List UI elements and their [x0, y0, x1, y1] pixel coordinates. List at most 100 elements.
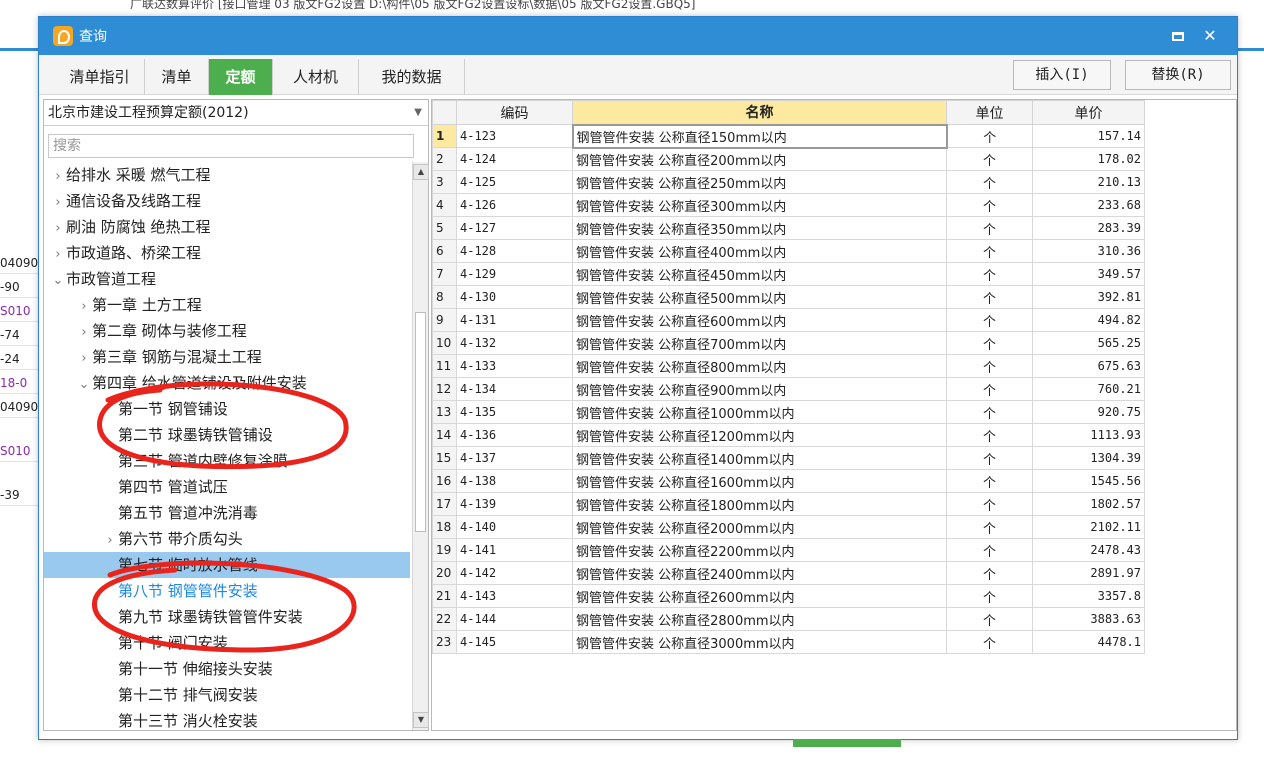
row-number[interactable]: 20	[432, 561, 457, 585]
row-number[interactable]: 18	[432, 515, 457, 539]
row-number[interactable]: 16	[432, 469, 457, 493]
table-row[interactable]: 8 4-130 钢管管件安装 公称直径500mm以内个 392.81	[432, 285, 1145, 309]
tab-materials[interactable]: 人材机	[273, 59, 359, 95]
chevron-right-icon[interactable]: ›	[102, 528, 118, 554]
cell-name[interactable]: 钢管管件安装 公称直径500mm以内	[572, 285, 947, 309]
search-input[interactable]: 搜索	[48, 134, 414, 158]
table-row[interactable]: 2 4-124 钢管管件安装 公称直径200mm以内个 178.02	[432, 147, 1145, 171]
cell-price[interactable]: 233.68	[1032, 193, 1145, 217]
table-row[interactable]: 1 4-123 钢管管件安装 公称直径150mm以内个 157.14	[432, 123, 1145, 149]
cell-price[interactable]: 2102.11	[1032, 515, 1145, 539]
row-number[interactable]: 15	[432, 446, 457, 470]
cell-name[interactable]: 钢管管件安装 公称直径1200mm以内	[572, 423, 947, 447]
cell-name[interactable]: 钢管管件安装 公称直径350mm以内	[572, 216, 947, 240]
cell-name[interactable]: 钢管管件安装 公称直径1400mm以内	[572, 446, 947, 470]
maximize-button[interactable]	[1167, 25, 1189, 47]
table-row[interactable]: 17 4-139 钢管管件安装 公称直径1800mm以内个 1802.57	[432, 492, 1145, 516]
cell-code[interactable]: 4-144	[456, 607, 573, 631]
cell-price[interactable]: 1802.57	[1032, 492, 1145, 516]
tree-node[interactable]: 第八节 钢管管件安装	[44, 578, 410, 604]
cell-code[interactable]: 4-123	[456, 124, 573, 148]
tree-node[interactable]: › 给排水 采暖 燃气工程	[44, 162, 410, 188]
tab-my-data[interactable]: 我的数据	[359, 59, 465, 95]
replace-button[interactable]: 替换(R)	[1125, 60, 1231, 90]
cell-code[interactable]: 4-138	[456, 469, 573, 493]
table-row[interactable]: 15 4-137 钢管管件安装 公称直径1400mm以内个 1304.39	[432, 446, 1145, 470]
cell-name[interactable]: 钢管管件安装 公称直径1800mm以内	[572, 492, 947, 516]
table-row[interactable]: 22 4-144 钢管管件安装 公称直径2800mm以内个 3883.63	[432, 607, 1145, 631]
row-number[interactable]: 6	[432, 239, 457, 263]
scroll-down-icon[interactable]: ▼	[413, 712, 429, 728]
cell-price[interactable]: 3883.63	[1032, 607, 1145, 631]
quota-library-select[interactable]: 北京市建设工程预算定额(2012) ▼	[44, 100, 428, 126]
tree-node[interactable]: 第十二节 排气阀安装	[44, 682, 410, 708]
cell-unit[interactable]: 个	[946, 239, 1033, 263]
cell-name[interactable]: 钢管管件安装 公称直径200mm以内	[572, 147, 947, 171]
scroll-up-icon[interactable]: ▲	[413, 164, 429, 180]
table-row[interactable]: 21 4-143 钢管管件安装 公称直径2600mm以内个 3357.8	[432, 584, 1145, 608]
cell-price[interactable]: 349.57	[1032, 262, 1145, 286]
table-row[interactable]: 18 4-140 钢管管件安装 公称直径2000mm以内个 2102.11	[432, 515, 1145, 539]
cell-code[interactable]: 4-137	[456, 446, 573, 470]
table-row[interactable]: 5 4-127 钢管管件安装 公称直径350mm以内个 283.39	[432, 216, 1145, 240]
row-number[interactable]: 11	[432, 354, 457, 378]
cell-name[interactable]: 钢管管件安装 公称直径150mm以内	[571, 123, 948, 149]
chevron-right-icon[interactable]: ›	[50, 190, 66, 216]
cell-code[interactable]: 4-130	[456, 285, 573, 309]
cell-code[interactable]: 4-129	[456, 262, 573, 286]
cell-unit[interactable]: 个	[946, 515, 1033, 539]
cell-unit[interactable]: 个	[946, 124, 1033, 148]
cell-name[interactable]: 钢管管件安装 公称直径600mm以内	[572, 308, 947, 332]
chevron-down-icon[interactable]: ⌄	[76, 372, 92, 398]
cell-unit[interactable]: 个	[946, 216, 1033, 240]
tree-node[interactable]: 第一节 钢管铺设	[44, 396, 410, 422]
cell-code[interactable]: 4-141	[456, 538, 573, 562]
table-row[interactable]: 13 4-135 钢管管件安装 公称直径1000mm以内个 920.75	[432, 400, 1145, 424]
table-row[interactable]: 6 4-128 钢管管件安装 公称直径400mm以内个 310.36	[432, 239, 1145, 263]
tree-node[interactable]: 第十节 阀门安装	[44, 630, 410, 656]
tree-node[interactable]: 第十三节 消火栓安装	[44, 708, 410, 730]
cell-unit[interactable]: 个	[946, 308, 1033, 332]
cell-code[interactable]: 4-132	[456, 331, 573, 355]
table-row[interactable]: 4 4-126 钢管管件安装 公称直径300mm以内个 233.68	[432, 193, 1145, 217]
cell-code[interactable]: 4-134	[456, 377, 573, 401]
cell-code[interactable]: 4-124	[456, 147, 573, 171]
table-row[interactable]: 11 4-133 钢管管件安装 公称直径800mm以内个 675.63	[432, 354, 1145, 378]
tree-node[interactable]: › 刷油 防腐蚀 绝热工程	[44, 214, 410, 240]
row-number[interactable]: 14	[432, 423, 457, 447]
cell-price[interactable]: 920.75	[1032, 400, 1145, 424]
cell-code[interactable]: 4-126	[456, 193, 573, 217]
tree-node[interactable]: ⌄ 市政管道工程	[44, 266, 410, 292]
cell-price[interactable]: 3357.8	[1032, 584, 1145, 608]
tree-node[interactable]: › 第三章 钢筋与混凝土工程	[44, 344, 410, 370]
cell-unit[interactable]: 个	[946, 400, 1033, 424]
row-number[interactable]: 7	[432, 262, 457, 286]
tree-node[interactable]: 第二节 球墨铸铁管铺设	[44, 422, 410, 448]
row-number[interactable]: 19	[432, 538, 457, 562]
cell-unit[interactable]: 个	[946, 170, 1033, 194]
cell-name[interactable]: 钢管管件安装 公称直径900mm以内	[572, 377, 947, 401]
cell-unit[interactable]: 个	[946, 147, 1033, 171]
cell-unit[interactable]: 个	[946, 469, 1033, 493]
close-button[interactable]: ✕	[1199, 25, 1221, 47]
row-number[interactable]: 3	[432, 170, 457, 194]
cell-name[interactable]: 钢管管件安装 公称直径2400mm以内	[572, 561, 947, 585]
tree-node[interactable]: 第九节 球墨铸铁管管件安装	[44, 604, 410, 630]
chevron-right-icon[interactable]: ›	[50, 216, 66, 242]
cell-name[interactable]: 钢管管件安装 公称直径2600mm以内	[572, 584, 947, 608]
cell-price[interactable]: 1304.39	[1032, 446, 1145, 470]
cell-code[interactable]: 4-142	[456, 561, 573, 585]
cell-name[interactable]: 钢管管件安装 公称直径2800mm以内	[572, 607, 947, 631]
table-row[interactable]: 19 4-141 钢管管件安装 公称直径2200mm以内个 2478.43	[432, 538, 1145, 562]
chevron-right-icon[interactable]: ›	[50, 164, 66, 190]
cell-code[interactable]: 4-139	[456, 492, 573, 516]
cell-unit[interactable]: 个	[946, 538, 1033, 562]
cell-price[interactable]: 1113.93	[1032, 423, 1145, 447]
row-number[interactable]: 10	[432, 331, 457, 355]
cell-code[interactable]: 4-136	[456, 423, 573, 447]
cell-price[interactable]: 310.36	[1032, 239, 1145, 263]
tree-node[interactable]: › 第六节 带介质勾头	[44, 526, 410, 552]
row-number[interactable]: 17	[432, 492, 457, 516]
cell-name[interactable]: 钢管管件安装 公称直径3000mm以内	[572, 630, 947, 654]
cell-unit[interactable]: 个	[946, 584, 1033, 608]
